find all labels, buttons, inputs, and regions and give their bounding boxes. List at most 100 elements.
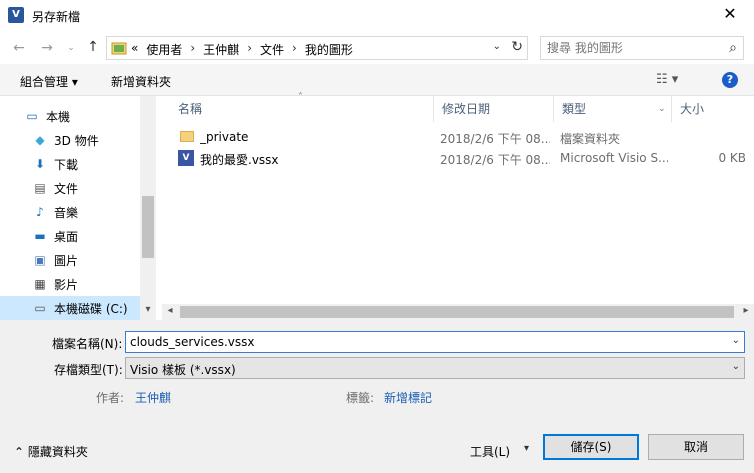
chevron-up-icon: ⌃ (14, 445, 25, 459)
file-type: 檔案資料夾 (560, 132, 621, 146)
breadcrumb: « 使用者 › 王仲麒 › 文件 › 我的圖形 (131, 41, 353, 58)
cube-icon: ◆ (35, 133, 45, 147)
nav-item-local-disk-c[interactable]: ▭ 本機磁碟 (C:) (0, 296, 140, 320)
search-box[interactable]: ⌕ (540, 36, 744, 60)
file-type: Microsoft Visio S... (560, 151, 668, 165)
column-header-label: 類型 (562, 102, 587, 116)
recent-locations-chevron-icon[interactable]: ⌄ (62, 39, 80, 57)
chevron-right-icon[interactable]: › (190, 41, 195, 58)
window-title: 另存新檔 (32, 10, 81, 24)
nav-item-pictures[interactable]: ▣ 圖片 (0, 248, 140, 272)
nav-item-label: 下載 (54, 157, 79, 172)
new-folder-button[interactable]: 新增資料夾 (111, 73, 171, 90)
nav-item-label: 影片 (54, 277, 79, 292)
scroll-right-icon[interactable]: ▸ (738, 305, 754, 316)
search-input[interactable] (547, 38, 717, 58)
picture-icon: ▣ (34, 253, 46, 267)
column-header-label: 修改日期 (442, 102, 491, 116)
music-icon: ♪ (36, 205, 44, 219)
address-dropdown-icon[interactable]: ⌄ (493, 41, 501, 52)
hide-folders-label: 隱藏資料夾 (27, 445, 88, 459)
address-bar[interactable]: « 使用者 › 王仲麒 › 文件 › 我的圖形 ⌄ ↻ (106, 36, 528, 60)
scroll-down-icon[interactable]: ▾ (142, 304, 154, 320)
video-icon: ▦ (34, 277, 46, 291)
filename-label: 檔案名稱(N): (52, 337, 123, 351)
nav-item-documents[interactable]: ▤ 文件 (0, 176, 140, 200)
breadcrumb-item-my-shapes[interactable]: 我的圖形 (305, 41, 353, 58)
forward-arrow-icon[interactable]: → (38, 39, 56, 57)
command-toolbar: 組合管理 ▾ 新增資料夾 ☷ ▾ ? (0, 64, 754, 96)
file-name: 我的最愛.vssx (200, 153, 279, 167)
file-date: 2018/2/6 下午 08... (440, 153, 550, 167)
nav-item-3d-objects[interactable]: ◆ 3D 物件 (0, 128, 140, 152)
filename-input[interactable] (126, 332, 716, 352)
chevron-down-icon[interactable]: ⌄ (732, 361, 740, 372)
save-button[interactable]: 儲存(S) (543, 434, 639, 460)
column-header-label: 名稱 (178, 102, 203, 116)
up-arrow-icon[interactable]: ↑ (84, 38, 102, 56)
nav-item-downloads[interactable]: ⬇ 下載 (0, 152, 140, 176)
nav-item-label: 文件 (54, 181, 79, 196)
chevron-right-icon[interactable]: › (292, 41, 297, 58)
folder-icon (180, 131, 194, 142)
author-value[interactable]: 王仲麒 (135, 389, 171, 406)
file-list-horizontal-scrollbar[interactable]: ◂ ▸ (162, 304, 754, 320)
author-label: 作者: (96, 391, 125, 405)
help-icon[interactable]: ? (722, 72, 738, 88)
breadcrumb-overflow[interactable]: « (131, 41, 138, 58)
filename-field[interactable]: ⌄ (125, 331, 745, 353)
file-name: _private (200, 130, 249, 144)
nav-item-desktop[interactable]: ▬ 桌面 (0, 224, 140, 248)
tags-label: 標籤: (346, 391, 375, 405)
horizontal-scrollbar-thumb[interactable] (180, 306, 734, 318)
file-list: 名稱 ˄ 修改日期 類型 ⌄ 大小 _private 2018/2/6 下午 0… (162, 92, 754, 320)
drive-icon: ▭ (34, 301, 46, 315)
desktop-icon: ▬ (34, 229, 46, 243)
back-arrow-icon[interactable]: ← (10, 39, 28, 57)
nav-item-label: 3D 物件 (54, 133, 99, 148)
document-icon: ▤ (34, 181, 46, 195)
column-header-date[interactable]: 修改日期 (434, 96, 554, 122)
chevron-down-icon[interactable]: ⌄ (732, 335, 740, 346)
nav-item-label: 桌面 (54, 229, 79, 244)
title-bar: V 另存新檔 ✕ (0, 0, 754, 32)
nav-item-label: 本機 (46, 109, 71, 124)
hide-folders-toggle[interactable]: ⌃ 隱藏資料夾 (14, 443, 88, 460)
nav-item-label: 音樂 (54, 205, 79, 220)
organize-button[interactable]: 組合管理 ▾ (20, 73, 78, 90)
visio-app-icon: V (8, 7, 24, 23)
cancel-button[interactable]: 取消 (648, 434, 744, 460)
column-dropdown-icon[interactable]: ⌄ (658, 96, 666, 122)
nav-scrollbar-thumb[interactable] (142, 196, 154, 258)
filetype-value: Visio 樣板 (*.vssx) (130, 363, 236, 377)
add-tag-link[interactable]: 新增標記 (384, 389, 432, 406)
breadcrumb-item-users[interactable]: 使用者 (146, 41, 182, 58)
nav-item-videos[interactable]: ▦ 影片 (0, 272, 140, 296)
filetype-select[interactable]: Visio 樣板 (*.vssx) ⌄ (125, 357, 745, 379)
close-icon[interactable]: ✕ (720, 4, 740, 23)
nav-item-music[interactable]: ♪ 音樂 (0, 200, 140, 224)
tools-dropdown-icon[interactable]: ▾ (524, 443, 529, 454)
scroll-left-icon[interactable]: ◂ (162, 305, 178, 316)
view-options-icon[interactable]: ☷ ▾ (656, 72, 678, 87)
nav-item-label: 本機磁碟 (C:) (54, 301, 128, 316)
nav-item-this-pc[interactable]: ▭ 本機 (0, 104, 140, 128)
breadcrumb-item-user[interactable]: 王仲麒 (203, 41, 239, 58)
chevron-right-icon[interactable]: › (247, 41, 252, 58)
refresh-icon[interactable]: ↻ (511, 39, 523, 55)
column-header-size[interactable]: 大小 (672, 96, 754, 122)
search-icon[interactable]: ⌕ (729, 40, 737, 56)
breadcrumb-item-documents[interactable]: 文件 (260, 41, 284, 58)
filetype-label: 存檔類型(T): (54, 363, 123, 377)
tools-button[interactable]: 工具(L) (470, 443, 510, 460)
file-size: 0 KB (718, 151, 746, 165)
download-icon: ⬇ (34, 157, 46, 171)
folder-location-icon (111, 42, 127, 55)
table-row[interactable]: _private 2018/2/6 下午 08... 檔案資料夾 (162, 128, 754, 148)
table-row[interactable]: V 我的最愛.vssx 2018/2/6 下午 08... Microsoft … (162, 149, 754, 169)
navigation-pane: ▭ 本機 ◆ 3D 物件 ⬇ 下載 ▤ 文件 ♪ 音樂 ▬ 桌面 ▣ 圖片 ▦ … (0, 96, 156, 320)
column-header-label: 大小 (680, 102, 705, 116)
column-header-type[interactable]: 類型 ⌄ (554, 96, 672, 122)
file-date: 2018/2/6 下午 08... (440, 132, 550, 146)
nav-scrollbar[interactable]: ▾ (140, 96, 156, 320)
